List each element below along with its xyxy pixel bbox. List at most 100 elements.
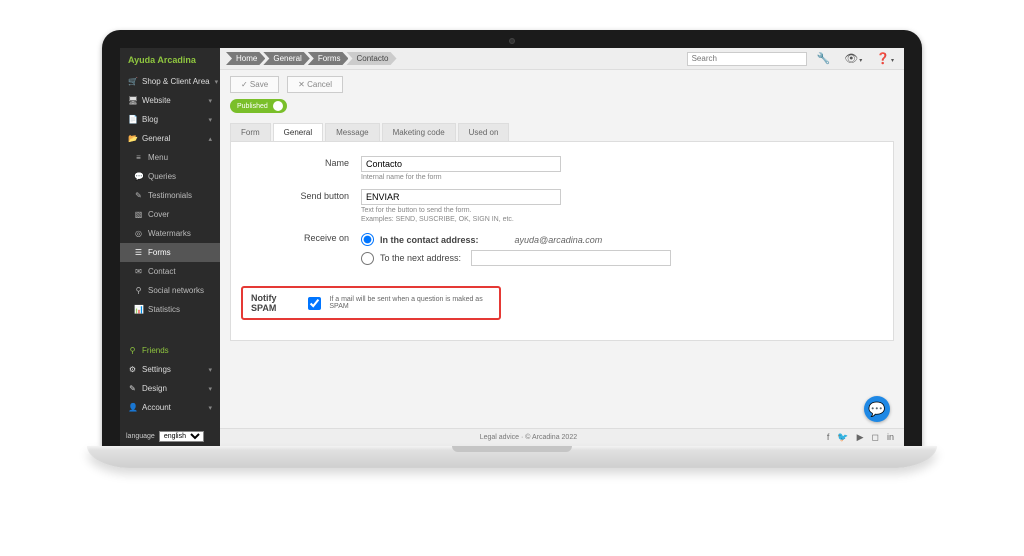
action-bar: ✓ Save ✕ Cancel — [220, 70, 904, 99]
tab-used-on[interactable]: Used on — [458, 123, 510, 141]
sidebar-sub-testimonials[interactable]: ✎ Testimonials — [120, 186, 220, 205]
sidebar-item-label: General — [142, 134, 170, 143]
chevron-down-icon: ▾ — [208, 116, 212, 124]
user-icon: 👤 — [128, 403, 137, 412]
topbar: Home General Forms Contacto 🔧 👁▾ ❓▾ — [220, 48, 904, 70]
chevron-down-icon: ▾ — [215, 78, 219, 86]
youtube-icon[interactable]: ▶ — [857, 432, 864, 443]
chat-icon: 💬 — [134, 172, 143, 181]
sidebar-sub-watermarks[interactable]: ◎Watermarks — [120, 224, 220, 243]
chevron-down-icon: ▾ — [208, 97, 212, 105]
notify-spam-checkbox[interactable] — [308, 297, 321, 310]
name-hint: Internal name for the form — [361, 174, 883, 181]
sidebar-item-design[interactable]: ✎ Design ▾ — [120, 379, 220, 398]
instagram-icon[interactable]: ◻ — [872, 432, 879, 443]
chevron-down-icon: ▾ — [208, 366, 212, 374]
save-button[interactable]: ✓ Save — [230, 76, 279, 93]
list-icon: ☰ — [134, 248, 143, 257]
share-icon: ⚲ — [134, 286, 143, 295]
cart-icon: 🛒 — [128, 77, 137, 86]
footer: Legal advice · © Arcadina 2022 f 🐦 ▶ ◻ i… — [220, 428, 904, 446]
name-input[interactable] — [361, 156, 561, 172]
crumb-general[interactable]: General — [263, 52, 309, 65]
crumb-home[interactable]: Home — [226, 52, 265, 65]
sidebar-item-label: Menu — [148, 153, 168, 162]
notify-spam-desc: If a mail will be sent when a question i… — [329, 296, 491, 310]
receive-next-radio[interactable] — [361, 252, 374, 265]
menu-icon: ≡ — [134, 153, 143, 162]
sidebar-item-settings[interactable]: ⚙Settings▾ — [120, 360, 220, 379]
notify-spam-label: Notify SPAM — [251, 293, 300, 313]
linkedin-icon[interactable]: in — [887, 432, 894, 443]
main-area: Home General Forms Contacto 🔧 👁▾ ❓▾ ✓ Sa… — [220, 48, 904, 446]
sidebar: Ayuda Arcadina 🛒 Shop & Client Area ▾ 🖥 … — [120, 48, 220, 446]
sidebar-item-label: Settings — [142, 365, 171, 374]
send-button-label: Send button — [241, 189, 361, 201]
folder-icon: 📂 — [128, 134, 137, 143]
share-icon: ⚲ — [128, 346, 137, 355]
laptop-base — [87, 446, 937, 468]
help-icon[interactable]: ❓▾ — [872, 52, 898, 65]
chevron-up-icon: ▴ — [208, 135, 212, 143]
sidebar-item-label: Account — [142, 403, 171, 412]
published-toggle[interactable]: Published — [230, 99, 287, 113]
sidebar-item-shop[interactable]: 🛒 Shop & Client Area ▾ — [120, 72, 220, 91]
crumb-forms[interactable]: Forms — [308, 52, 349, 65]
chat-icon: 💬 — [868, 401, 885, 418]
pencil-icon: ✎ — [134, 191, 143, 200]
sidebar-item-label: Forms — [148, 248, 171, 257]
chat-bubble-button[interactable]: 💬 — [864, 396, 890, 422]
language-select[interactable]: english — [159, 431, 204, 442]
tab-form[interactable]: Form — [230, 123, 271, 141]
sidebar-item-label: Friends — [142, 346, 169, 355]
tab-marketing-code[interactable]: Maketing code — [382, 123, 456, 141]
sidebar-item-label: Contact — [148, 267, 176, 276]
language-label: language — [126, 433, 155, 440]
sidebar-sub-forms[interactable]: ☰ Forms — [120, 243, 220, 262]
sidebar-item-label: Social networks — [148, 286, 204, 295]
wrench-icon[interactable]: 🔧 — [813, 52, 835, 65]
receive-contact-label: In the contact address: — [380, 235, 479, 245]
chevron-down-icon: ▾ — [208, 385, 212, 393]
sidebar-item-label: Testimonials — [148, 191, 192, 200]
receive-contact-radio[interactable] — [361, 233, 374, 246]
twitter-icon[interactable]: 🐦 — [837, 432, 848, 443]
sidebar-item-label: Statistics — [148, 305, 180, 314]
tab-general[interactable]: General — [273, 123, 323, 141]
sidebar-item-label: Watermarks — [148, 229, 191, 238]
sidebar-sub-social[interactable]: ⚲ Social networks — [120, 281, 220, 300]
name-label: Name — [241, 156, 361, 168]
sidebar-item-account[interactable]: 👤Account▾ — [120, 398, 220, 417]
brush-icon: ✎ — [128, 384, 137, 393]
sidebar-item-blog[interactable]: 📄 Blog ▾ — [120, 110, 220, 129]
app-root: Ayuda Arcadina 🛒 Shop & Client Area ▾ 🖥 … — [120, 48, 904, 446]
send-button-input[interactable] — [361, 189, 561, 205]
receive-next-input[interactable] — [471, 250, 671, 266]
search-input[interactable] — [687, 52, 807, 66]
sidebar-item-website[interactable]: 🖥 Website ▾ — [120, 91, 220, 110]
cancel-button[interactable]: ✕ Cancel — [287, 76, 343, 93]
footer-text: Legal advice · © Arcadina 2022 — [230, 434, 827, 441]
page-icon: 📄 — [128, 115, 137, 124]
sidebar-sub-queries[interactable]: 💬 Queries — [120, 167, 220, 186]
mail-icon: ✉ — [134, 267, 143, 276]
crumb-current: Contacto — [346, 52, 396, 65]
sidebar-item-general[interactable]: 📂 General ▴ — [120, 129, 220, 148]
sidebar-item-label: Design — [142, 384, 167, 393]
visibility-icon[interactable]: 👁▾ — [840, 52, 866, 65]
sidebar-item-label: Shop & Client Area — [142, 77, 210, 86]
sidebar-sub-menu[interactable]: ≡ Menu — [120, 148, 220, 167]
form-panel: Name Internal name for the form Send but… — [230, 142, 894, 341]
facebook-icon[interactable]: f — [827, 432, 830, 443]
sidebar-item-friends[interactable]: ⚲ Friends — [120, 341, 220, 360]
brand-title: Ayuda Arcadina — [120, 48, 220, 72]
tab-message[interactable]: Message — [325, 123, 379, 141]
sidebar-sub-statistics[interactable]: 📊 Statistics — [120, 300, 220, 319]
sidebar-item-label: Queries — [148, 172, 176, 181]
published-label: Published — [237, 103, 268, 110]
toggle-knob-icon — [273, 101, 283, 111]
stats-icon: 📊 — [134, 305, 143, 314]
language-selector: language english — [120, 427, 220, 446]
sidebar-sub-contact[interactable]: ✉ Contact — [120, 262, 220, 281]
sidebar-sub-cover[interactable]: ▧Cover — [120, 205, 220, 224]
